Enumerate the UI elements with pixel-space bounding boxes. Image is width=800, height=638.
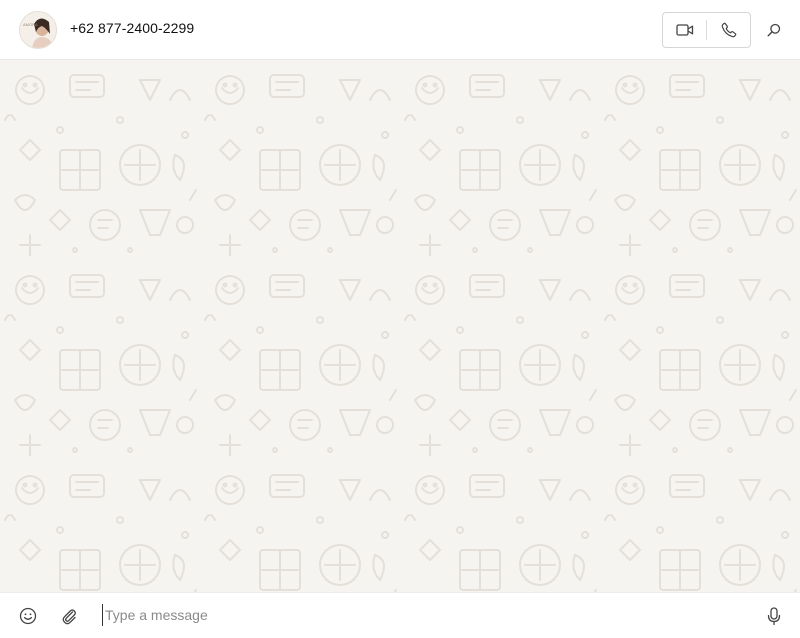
chat-messages-area[interactable] — [0, 60, 800, 592]
emoji-button[interactable] — [17, 605, 39, 627]
paperclip-icon — [62, 609, 76, 625]
message-input[interactable] — [102, 604, 745, 626]
doodle-wallpaper — [0, 60, 800, 592]
video-call-button[interactable] — [663, 13, 706, 47]
search-button[interactable] — [763, 19, 785, 41]
svg-text:AMORA: AMORA — [23, 22, 38, 27]
phone-icon — [721, 22, 736, 38]
search-icon — [767, 23, 781, 37]
chat-header: AMORA +62 877-2400-2299 — [0, 0, 800, 60]
avatar[interactable]: AMORA — [19, 11, 57, 49]
video-camera-icon — [675, 24, 693, 36]
message-composer — [0, 592, 800, 638]
attach-button[interactable] — [58, 605, 80, 627]
microphone-icon — [767, 607, 781, 626]
smiley-icon — [19, 607, 37, 625]
voice-call-button[interactable] — [707, 13, 750, 47]
microphone-button[interactable] — [764, 605, 784, 627]
call-buttons-group — [662, 12, 751, 48]
contact-name[interactable]: +62 877-2400-2299 — [70, 20, 194, 36]
